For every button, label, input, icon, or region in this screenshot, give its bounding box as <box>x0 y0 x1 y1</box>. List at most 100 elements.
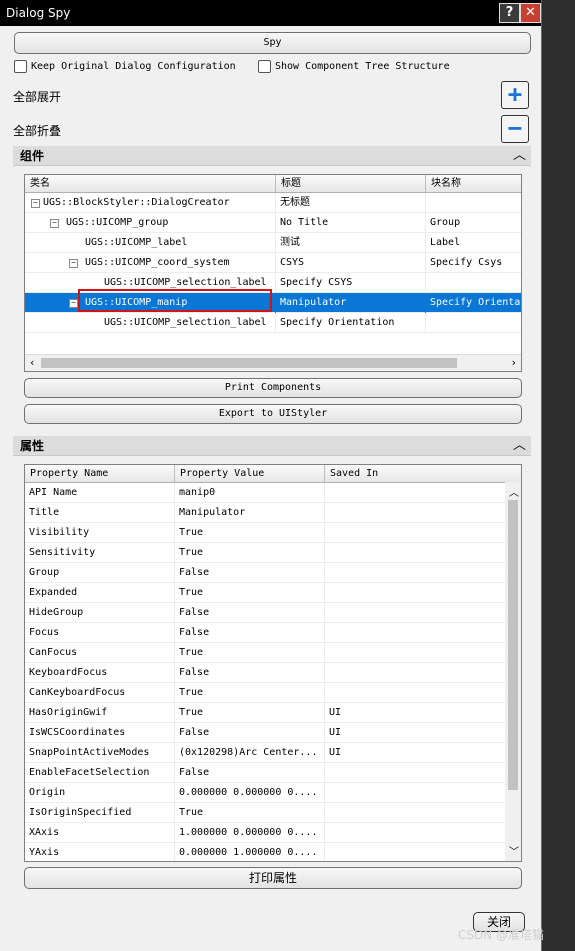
tree-row[interactable]: − UGS::BlockStyler::DialogCreator 无标题 <box>25 193 521 213</box>
property-row[interactable]: IsWCSCoordinates False UI <box>25 723 507 743</box>
tree-row-block <box>426 193 521 213</box>
property-row[interactable]: Sensitivity True <box>25 543 507 563</box>
tree-row[interactable]: UGS::UICOMP_label 测试 Label <box>25 233 521 253</box>
chevron-up-icon[interactable]: ︿ <box>513 146 526 166</box>
property-value-cell: True <box>175 703 325 723</box>
properties-table: Property Name Property Value Saved In AP… <box>24 464 522 862</box>
scrollbar-thumb[interactable] <box>508 500 518 790</box>
horizontal-scrollbar[interactable]: ‹ › <box>25 354 521 371</box>
tree-row-block <box>426 273 521 293</box>
property-value-cell: False <box>175 663 325 683</box>
tree-row[interactable]: − UGS::UICOMP_group No Title Group <box>25 213 521 233</box>
tree-row[interactable]: − UGS::UICOMP_coord_system CSYS Specify … <box>25 253 521 273</box>
property-row[interactable]: Origin 0.000000 0.000000 0.... <box>25 783 507 803</box>
property-row[interactable]: CanKeyboardFocus True <box>25 683 507 703</box>
print-properties-button[interactable]: 打印属性 <box>24 867 522 889</box>
property-saved-cell <box>325 523 507 543</box>
property-row[interactable]: HideGroup False <box>25 603 507 623</box>
property-saved-cell <box>325 663 507 683</box>
property-saved-cell: UI <box>325 703 507 723</box>
tree-row-class: UGS::UICOMP_label <box>81 233 276 253</box>
tree-row-block: Label <box>426 233 521 253</box>
tree-row-class: UGS::BlockStyler::DialogCreator <box>39 193 276 213</box>
spy-button[interactable]: Spy <box>14 32 531 54</box>
tree-row-title: Specify Orientation <box>276 313 426 333</box>
collapse-all-button[interactable]: − <box>501 115 529 143</box>
property-value-cell: 0.000000 0.000000 0.... <box>175 783 325 803</box>
property-row[interactable]: SnapPointActiveModes (0x120298)Arc Center… <box>25 743 507 763</box>
property-row[interactable]: API Name manip0 <box>25 483 507 503</box>
property-name-cell: Sensitivity <box>25 543 175 563</box>
property-row[interactable]: IsOriginSpecified True <box>25 803 507 823</box>
tree-row-title: CSYS <box>276 253 426 273</box>
property-row[interactable]: Group False <box>25 563 507 583</box>
property-row[interactable]: Visibility True <box>25 523 507 543</box>
property-saved-cell <box>325 623 507 643</box>
checkbox-box[interactable] <box>258 60 271 73</box>
properties-section-header[interactable]: 属性 ︿ <box>13 436 531 456</box>
property-saved-cell <box>325 643 507 663</box>
help-icon[interactable]: ? <box>499 3 520 23</box>
property-name-cell: Title <box>25 503 175 523</box>
tree-row-block: Specify Csys <box>426 253 521 273</box>
property-name-cell: Expanded <box>25 583 175 603</box>
column-header-block-name[interactable]: 块名称 <box>426 175 521 192</box>
property-value-cell: True <box>175 803 325 823</box>
expand-all-button[interactable]: + <box>501 81 529 109</box>
column-header-property-name[interactable]: Property Name <box>25 465 175 482</box>
tree-row[interactable]: UGS::UICOMP_selection_label Specify Orie… <box>25 313 521 333</box>
property-value-cell: True <box>175 543 325 563</box>
property-row[interactable]: Expanded True <box>25 583 507 603</box>
property-saved-cell <box>325 603 507 623</box>
property-value-cell: False <box>175 763 325 783</box>
column-header-class-name[interactable]: 类名 <box>25 175 276 192</box>
collapse-toggle-icon[interactable]: − <box>69 259 78 268</box>
column-header-saved-in[interactable]: Saved In <box>325 465 521 482</box>
print-components-button[interactable]: Print Components <box>24 378 522 398</box>
properties-table-header: Property Name Property Value Saved In <box>25 465 521 483</box>
collapse-all-label: 全部折叠 <box>13 124 62 138</box>
property-saved-cell: UI <box>325 743 507 763</box>
property-row[interactable]: Focus False <box>25 623 507 643</box>
property-saved-cell <box>325 843 507 861</box>
highlight-annotation-box <box>78 289 272 312</box>
property-row[interactable]: YAxis 0.000000 1.000000 0.... <box>25 843 507 861</box>
property-saved-cell <box>325 503 507 523</box>
title-bar: Dialog Spy ? ✕ <box>0 0 541 26</box>
tree-row-block <box>426 313 521 333</box>
checkbox-box[interactable] <box>14 60 27 73</box>
property-row[interactable]: HasOriginGwif True UI <box>25 703 507 723</box>
property-name-cell: Group <box>25 563 175 583</box>
property-value-cell: manip0 <box>175 483 325 503</box>
property-saved-cell <box>325 783 507 803</box>
tree-row-class: UGS::UICOMP_selection_label <box>100 313 276 333</box>
scroll-down-icon[interactable]: ﹀ <box>509 843 519 858</box>
scroll-up-icon[interactable]: ︿ <box>509 484 519 499</box>
property-value-cell: True <box>175 583 325 603</box>
vertical-scrollbar[interactable]: ︿ ﹀ <box>505 482 521 861</box>
property-name-cell: IsOriginSpecified <box>25 803 175 823</box>
property-row[interactable]: CanFocus True <box>25 643 507 663</box>
export-uistyler-button[interactable]: Export to UIStyler <box>24 404 522 424</box>
collapse-toggle-icon[interactable]: − <box>50 219 59 228</box>
property-row[interactable]: EnableFacetSelection False <box>25 763 507 783</box>
components-table-header: 类名 标题 块名称 <box>25 175 521 193</box>
column-header-title[interactable]: 标题 <box>276 175 426 192</box>
property-name-cell: CanKeyboardFocus <box>25 683 175 703</box>
scrollbar-thumb[interactable] <box>41 358 457 368</box>
property-row[interactable]: KeyboardFocus False <box>25 663 507 683</box>
collapse-toggle-icon[interactable]: − <box>69 299 78 308</box>
chevron-up-icon[interactable]: ︿ <box>513 436 526 456</box>
property-value-cell: Manipulator <box>175 503 325 523</box>
property-value-cell: False <box>175 723 325 743</box>
components-section-header[interactable]: 组件 ︿ <box>13 146 531 166</box>
property-row[interactable]: XAxis 1.000000 0.000000 0.... <box>25 823 507 843</box>
scroll-left-icon[interactable]: ‹ <box>29 356 36 369</box>
property-value-cell: False <box>175 563 325 583</box>
plus-icon: + <box>507 80 523 108</box>
column-header-property-value[interactable]: Property Value <box>175 465 325 482</box>
property-row[interactable]: Title Manipulator <box>25 503 507 523</box>
close-icon[interactable]: ✕ <box>520 3 541 23</box>
scroll-right-icon[interactable]: › <box>510 356 517 369</box>
components-tree-table: 类名 标题 块名称 − UGS::BlockStyler::DialogCrea… <box>24 174 522 372</box>
